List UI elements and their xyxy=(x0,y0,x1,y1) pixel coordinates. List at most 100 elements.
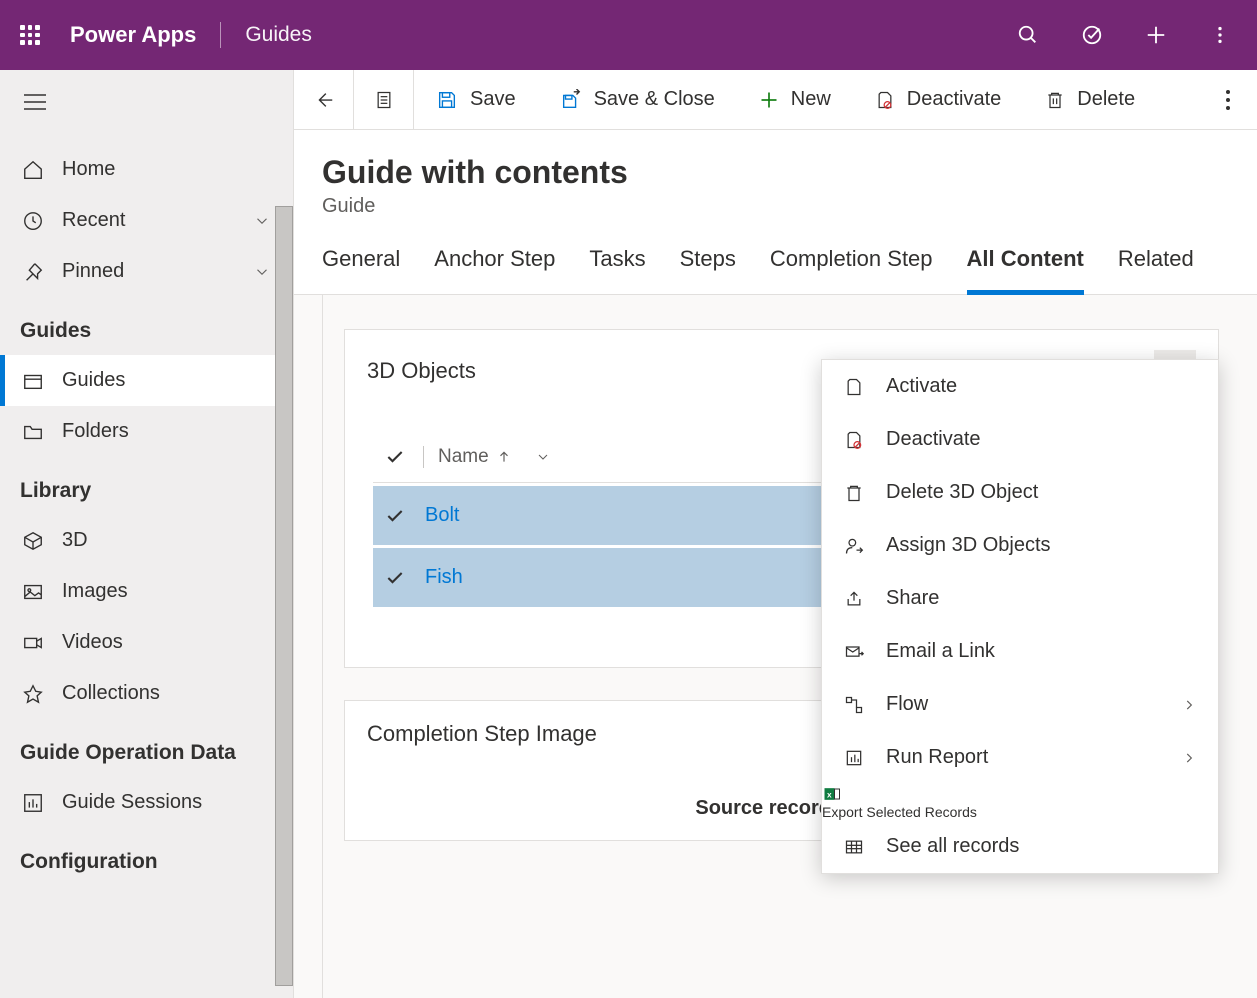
section-gop: Guide Operation Data xyxy=(0,719,293,777)
sidebar-item-label: Images xyxy=(62,580,128,603)
deactivate-button[interactable]: Deactivate xyxy=(853,70,1024,129)
table-icon xyxy=(844,837,864,857)
new-button[interactable]: New xyxy=(737,70,853,129)
nav-recent[interactable]: Recent xyxy=(0,195,293,246)
task-icon[interactable] xyxy=(1081,24,1103,46)
chevron-right-icon xyxy=(1182,698,1196,712)
assign-icon xyxy=(844,536,864,556)
sidebar-item-sessions[interactable]: Guide Sessions xyxy=(0,777,293,828)
ctx-label: See all records xyxy=(886,835,1019,858)
save-button[interactable]: Save xyxy=(414,70,538,129)
save-icon xyxy=(436,89,458,111)
star-icon xyxy=(22,683,44,705)
column-name[interactable]: Name xyxy=(438,446,551,468)
app-launcher-icon[interactable] xyxy=(20,25,40,45)
ctx-share[interactable]: Share xyxy=(822,572,1218,625)
chevron-down-icon xyxy=(535,449,551,465)
ctx-email[interactable]: Email a Link xyxy=(822,625,1218,678)
save-close-button[interactable]: Save & Close xyxy=(538,70,737,129)
image-icon xyxy=(22,581,44,603)
folder-icon xyxy=(22,421,44,443)
sort-asc-icon xyxy=(497,450,511,464)
sidebar-item-images[interactable]: Images xyxy=(0,566,293,617)
excel-icon: x xyxy=(822,784,842,804)
nav-pinned-label: Pinned xyxy=(62,260,124,283)
sidebar-item-3d[interactable]: 3D xyxy=(0,515,293,566)
ctx-delete[interactable]: Delete 3D Object xyxy=(822,466,1218,519)
section-library: Library xyxy=(0,457,293,515)
ctx-label: Email a Link xyxy=(886,640,995,663)
clock-icon xyxy=(22,210,44,232)
ctx-run-report[interactable]: Run Report xyxy=(822,731,1218,784)
ctx-label: Share xyxy=(886,587,939,610)
tab-general[interactable]: General xyxy=(322,246,400,294)
add-icon[interactable] xyxy=(1145,24,1167,46)
tab-completion-step[interactable]: Completion Step xyxy=(770,246,933,294)
select-all-icon[interactable] xyxy=(385,447,409,467)
save-label: Save xyxy=(470,88,516,111)
ctx-label: Delete 3D Object xyxy=(886,481,1038,504)
scrollbar[interactable] xyxy=(275,206,293,986)
top-app-bar: Power Apps Guides xyxy=(0,0,1257,70)
nav-home[interactable]: Home xyxy=(0,144,293,195)
divider xyxy=(423,446,424,468)
flow-icon xyxy=(844,695,864,715)
sidebar-item-folders[interactable]: Folders xyxy=(0,406,293,457)
activate-icon xyxy=(844,377,864,397)
delete-button[interactable]: Delete xyxy=(1023,70,1157,129)
chevron-down-icon xyxy=(253,212,271,230)
sidebar-item-label: 3D xyxy=(62,529,88,552)
sidebar-item-videos[interactable]: Videos xyxy=(0,617,293,668)
ctx-see-all[interactable]: See all records xyxy=(822,820,1218,873)
record-title: Guide with contents xyxy=(322,154,1229,191)
sidebar-item-guides[interactable]: Guides xyxy=(0,355,293,406)
email-icon xyxy=(844,642,864,662)
sidebar-item-label: Guides xyxy=(62,369,125,392)
hamburger-icon[interactable] xyxy=(0,80,293,124)
ctx-assign[interactable]: Assign 3D Objects xyxy=(822,519,1218,572)
command-overflow-icon[interactable] xyxy=(1199,89,1257,111)
ctx-label: Export Selected Records xyxy=(822,804,977,820)
ctx-export[interactable]: x Export Selected Records xyxy=(822,784,1218,820)
ctx-deactivate[interactable]: Deactivate xyxy=(822,413,1218,466)
section-guides: Guides xyxy=(0,297,293,355)
search-icon[interactable] xyxy=(1017,24,1039,46)
svg-text:x: x xyxy=(827,789,832,799)
divider xyxy=(220,22,221,48)
record-header: Guide with contents Guide xyxy=(294,130,1257,218)
trash-icon xyxy=(1045,89,1065,111)
row-name[interactable]: Bolt xyxy=(425,504,459,527)
ctx-flow[interactable]: Flow xyxy=(822,678,1218,731)
ctx-label: Assign 3D Objects xyxy=(886,534,1051,557)
ctx-label: Run Report xyxy=(886,746,988,769)
deactivate-icon xyxy=(844,430,864,450)
row-check-icon[interactable] xyxy=(385,568,405,588)
ctx-activate[interactable]: Activate xyxy=(822,360,1218,413)
cube-icon xyxy=(22,530,44,552)
sidebar-item-collections[interactable]: Collections xyxy=(0,668,293,719)
environment-name[interactable]: Guides xyxy=(245,23,312,47)
share-icon xyxy=(844,589,864,609)
nav-recent-label: Recent xyxy=(62,209,125,232)
tab-list: General Anchor Step Tasks Steps Completi… xyxy=(294,218,1257,295)
form-selector-button[interactable] xyxy=(354,70,414,129)
video-icon xyxy=(22,632,44,654)
tab-tasks[interactable]: Tasks xyxy=(589,246,645,294)
panel-title: 3D Objects xyxy=(367,358,476,384)
save-close-icon xyxy=(560,89,582,111)
tab-related[interactable]: Related xyxy=(1118,246,1194,294)
sidebar-item-label: Guide Sessions xyxy=(62,791,202,814)
tab-anchor-step[interactable]: Anchor Step xyxy=(434,246,555,294)
tab-all-content[interactable]: All Content xyxy=(967,246,1084,295)
row-check-icon[interactable] xyxy=(385,506,405,526)
more-vertical-icon[interactable] xyxy=(1209,24,1231,46)
chevron-right-icon xyxy=(1182,751,1196,765)
nav-pinned[interactable]: Pinned xyxy=(0,246,293,297)
back-button[interactable] xyxy=(294,70,354,129)
ctx-label: Activate xyxy=(886,375,957,398)
save-close-label: Save & Close xyxy=(594,88,715,111)
new-label: New xyxy=(791,88,831,111)
tab-steps[interactable]: Steps xyxy=(680,246,736,294)
row-name[interactable]: Fish xyxy=(425,566,463,589)
delete-label: Delete xyxy=(1077,88,1135,111)
